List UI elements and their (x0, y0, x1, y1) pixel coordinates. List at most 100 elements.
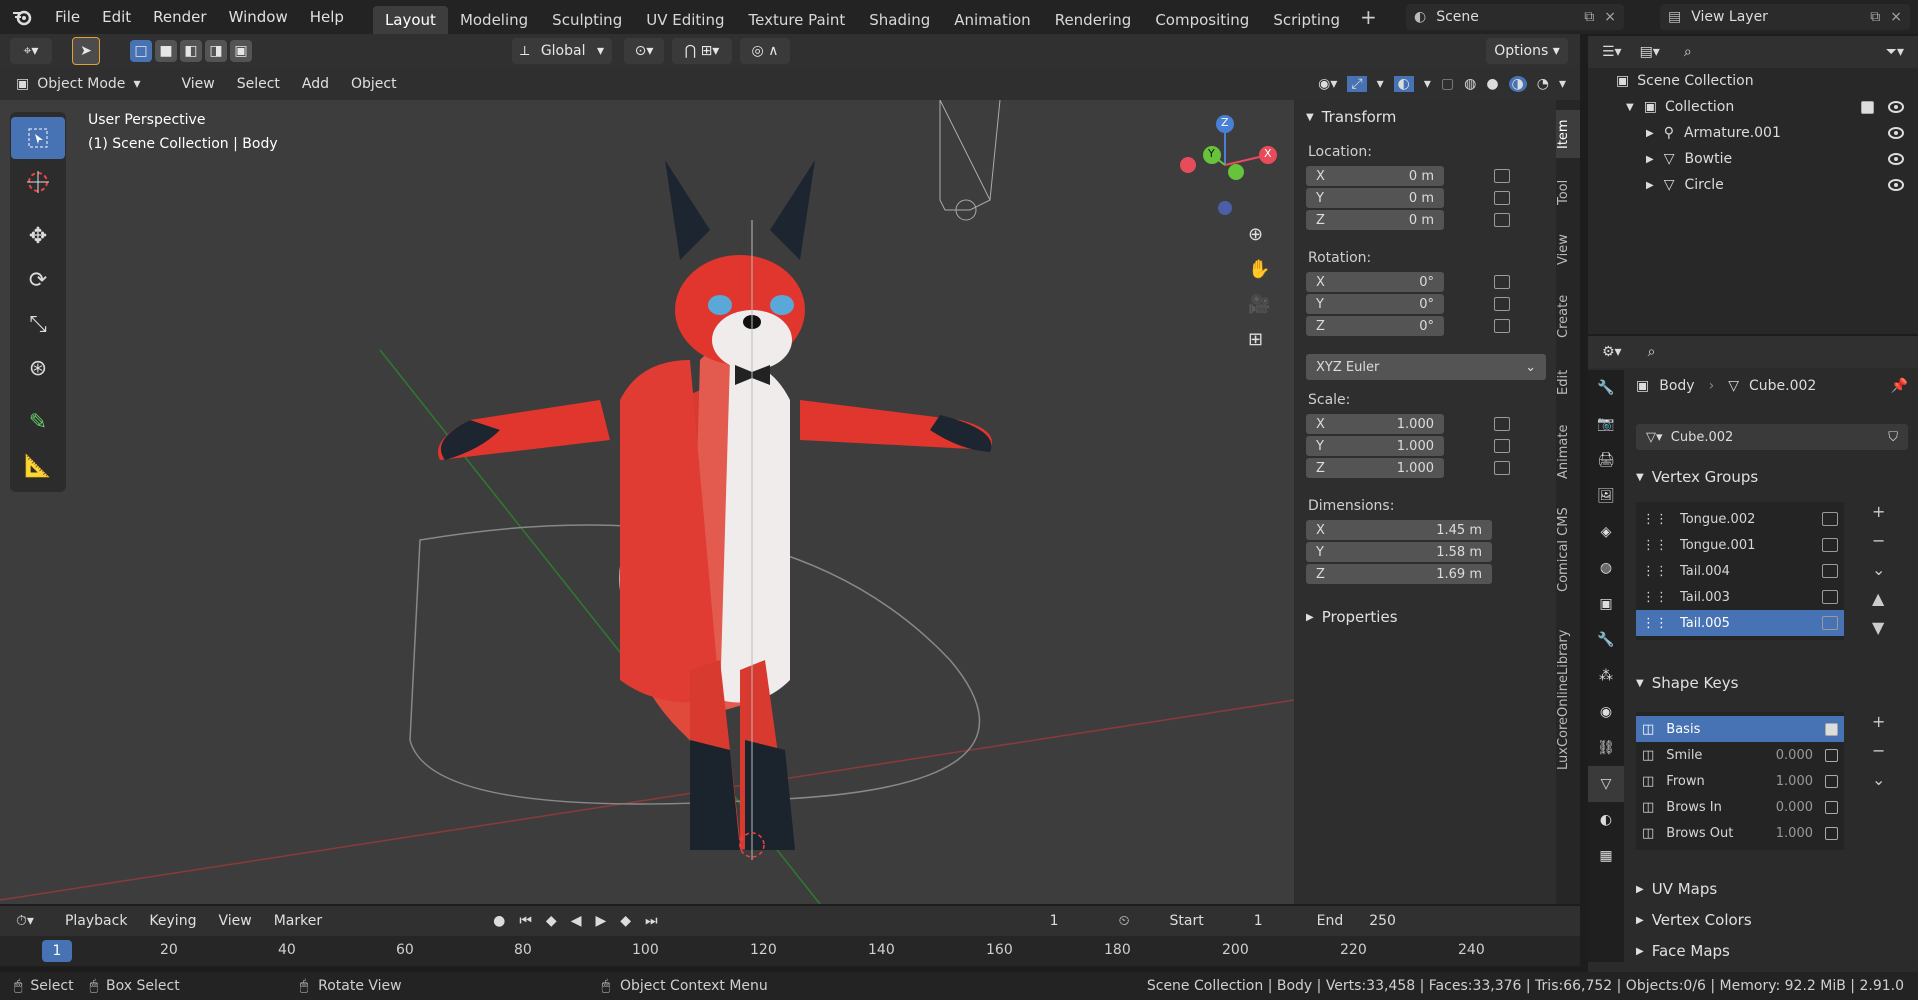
face-maps-header[interactable]: ▶ Face Maps (1636, 942, 1730, 960)
scale-y-field[interactable]: Y 1.000 (1306, 436, 1444, 456)
n-tab-luxcoreonlinelibrary[interactable]: LuxCoreOnlineLibrary (1556, 612, 1580, 788)
collection-checkbox[interactable] (1861, 100, 1874, 114)
breadcrumb-mesh[interactable]: Cube.002 (1749, 378, 1816, 394)
overlay-toggle-icon[interactable]: ◐ (1393, 76, 1414, 92)
ortho-grid-icon[interactable]: ⊞ (1248, 329, 1270, 350)
jump-end-icon[interactable]: ⏭ (645, 913, 658, 929)
object-tab-icon[interactable]: ▣ (1588, 586, 1624, 622)
n-tab-animate[interactable]: Animate (1556, 416, 1580, 488)
viewport-menu-object[interactable]: Object (340, 67, 408, 101)
uv-maps-header[interactable]: ▶ UV Maps (1636, 880, 1717, 898)
shape-key-value[interactable]: 1.000 (1776, 774, 1813, 789)
workspace-tab-scripting[interactable]: Scripting (1261, 6, 1352, 34)
workspace-tab-animation[interactable]: Animation (942, 6, 1042, 34)
shape-key-value[interactable]: 1.000 (1776, 826, 1813, 841)
vertex-colors-header[interactable]: ▶ Vertex Colors (1636, 911, 1752, 929)
fake-user-shield-icon[interactable]: ⛉ (1888, 430, 1898, 445)
shape-key-item[interactable]: ◫ Smile 0.000 (1636, 742, 1844, 768)
tool-tab-icon[interactable]: 🔧 (1588, 370, 1624, 406)
xray-icon[interactable]: ▢ (1441, 76, 1454, 92)
close-icon[interactable]: × (1604, 9, 1616, 25)
move-up-icon[interactable]: ▲ (1872, 589, 1885, 608)
transform-tool-icon[interactable]: ⊛ (11, 347, 65, 389)
select-box-tool-icon[interactable] (11, 117, 65, 159)
physics-tab-icon[interactable]: ◉ (1588, 694, 1624, 730)
shape-key-item[interactable]: ◫ Brows In 0.000 (1636, 794, 1844, 820)
lock-icon[interactable] (1822, 616, 1838, 630)
play-icon[interactable]: ▶ (595, 913, 606, 929)
n-tab-edit[interactable]: Edit (1556, 358, 1580, 406)
vertex-group-item[interactable]: ⋮⋮ Tail.003 (1636, 584, 1844, 610)
lock-icon[interactable] (1494, 439, 1510, 453)
n-tab-create[interactable]: Create (1556, 284, 1580, 348)
location-x-field[interactable]: X 0 m (1306, 166, 1444, 186)
rotate-tool-icon[interactable]: ⟳ (11, 259, 65, 301)
search-icon[interactable]: ⌕ (1648, 344, 1656, 360)
menu-window[interactable]: Window (218, 0, 299, 34)
shape-key-checkbox[interactable] (1825, 774, 1838, 788)
lock-icon[interactable] (1822, 564, 1838, 578)
timeline-menu-marker[interactable]: Marker (263, 904, 333, 938)
shape-key-checkbox[interactable] (1825, 826, 1838, 840)
lock-icon[interactable] (1494, 191, 1510, 205)
search-icon[interactable]: ⌕ (1684, 44, 1692, 60)
lock-icon[interactable] (1822, 512, 1838, 526)
select-extend-icon[interactable]: ■ (155, 40, 177, 62)
close-icon[interactable]: × (1890, 9, 1902, 25)
select-intersect-icon[interactable]: ▣ (230, 40, 252, 62)
material-shading-icon[interactable]: ◑ (1508, 76, 1527, 92)
mode-dropdown[interactable]: ▣ Object Mode ▾ (16, 76, 140, 92)
lock-icon[interactable] (1494, 169, 1510, 183)
navigation-gizmo[interactable]: Z X Y (1170, 110, 1280, 220)
shape-key-checkbox[interactable] (1825, 748, 1838, 762)
play-reverse-icon[interactable]: ◀ (571, 913, 582, 929)
solid-shading-icon[interactable]: ● (1486, 76, 1498, 92)
zoom-icon[interactable]: ⊕ (1248, 224, 1270, 245)
workspace-tab-texture-paint[interactable]: Texture Paint (736, 6, 857, 34)
shape-key-value[interactable]: 0.000 (1776, 800, 1813, 815)
menu-file[interactable]: File (44, 0, 91, 34)
breadcrumb-object[interactable]: Body (1659, 378, 1694, 394)
world-tab-icon[interactable]: ◍ (1588, 550, 1624, 586)
prev-keyframe-icon[interactable]: ◆ (546, 913, 557, 929)
next-keyframe-icon[interactable]: ◆ (620, 913, 631, 929)
vertex-group-item[interactable]: ⋮⋮ Tail.004 (1636, 558, 1844, 584)
n-tab-item[interactable]: Item (1556, 110, 1580, 158)
material-tab-icon[interactable]: ◐ (1588, 802, 1624, 838)
eye-icon[interactable] (1888, 153, 1904, 165)
fox-character[interactable] (438, 160, 992, 860)
eye-icon[interactable] (1888, 127, 1904, 139)
add-icon[interactable]: + (1872, 502, 1885, 521)
clock-icon[interactable]: ⏲ (1119, 913, 1130, 929)
outliner-item-armature-001[interactable]: ▶ ⚲ Armature.001 (1588, 120, 1918, 146)
snap-icon[interactable]: ⋂ ⊞▾ (672, 38, 732, 64)
scene-tab-icon[interactable]: ◈ (1588, 514, 1624, 550)
vertex-groups-header[interactable]: ▼ Vertex Groups (1636, 468, 1758, 486)
editor-type-icon[interactable]: ☰▾ (1602, 44, 1622, 60)
add-workspace-icon[interactable]: + (1360, 5, 1377, 29)
n-tab-comical-cms[interactable]: Comical CMS (1556, 498, 1580, 602)
location-y-field[interactable]: Y 0 m (1306, 188, 1444, 208)
annotate-tool-icon[interactable]: ✎ (11, 401, 65, 443)
remove-icon[interactable]: − (1872, 531, 1885, 550)
workspace-tab-layout[interactable]: Layout (372, 6, 448, 34)
viewport-menu-select[interactable]: Select (226, 67, 291, 101)
outliner-item-circle[interactable]: ▶ ▽ Circle (1588, 172, 1918, 198)
rotation-z-field[interactable]: Z 0° (1306, 316, 1444, 336)
camera-view-icon[interactable]: 🎥 (1248, 294, 1270, 315)
wireframe-shading-icon[interactable]: ◍ (1464, 76, 1476, 92)
workspace-tab-compositing[interactable]: Compositing (1143, 6, 1261, 34)
scale-x-field[interactable]: X 1.000 (1306, 414, 1444, 434)
timeline-menu-keying[interactable]: Keying (138, 904, 207, 938)
vertex-group-item[interactable]: ⋮⋮ Tongue.001 (1636, 532, 1844, 558)
lock-icon[interactable] (1822, 590, 1838, 604)
outliner-collection[interactable]: ▼ ▣ Collection (1588, 94, 1918, 120)
move-down-icon[interactable]: ▼ (1872, 618, 1885, 637)
filter-icon[interactable]: ⏷▾ (1886, 44, 1904, 60)
shape-key-item[interactable]: ◫ Basis (1636, 716, 1844, 742)
shape-key-item[interactable]: ◫ Frown 1.000 (1636, 768, 1844, 794)
render-tab-icon[interactable]: 📷 (1588, 406, 1624, 442)
menu-help[interactable]: Help (299, 0, 355, 34)
modifier-tab-icon[interactable]: 🔧 (1588, 622, 1624, 658)
workspace-tab-uv-editing[interactable]: UV Editing (634, 6, 736, 34)
